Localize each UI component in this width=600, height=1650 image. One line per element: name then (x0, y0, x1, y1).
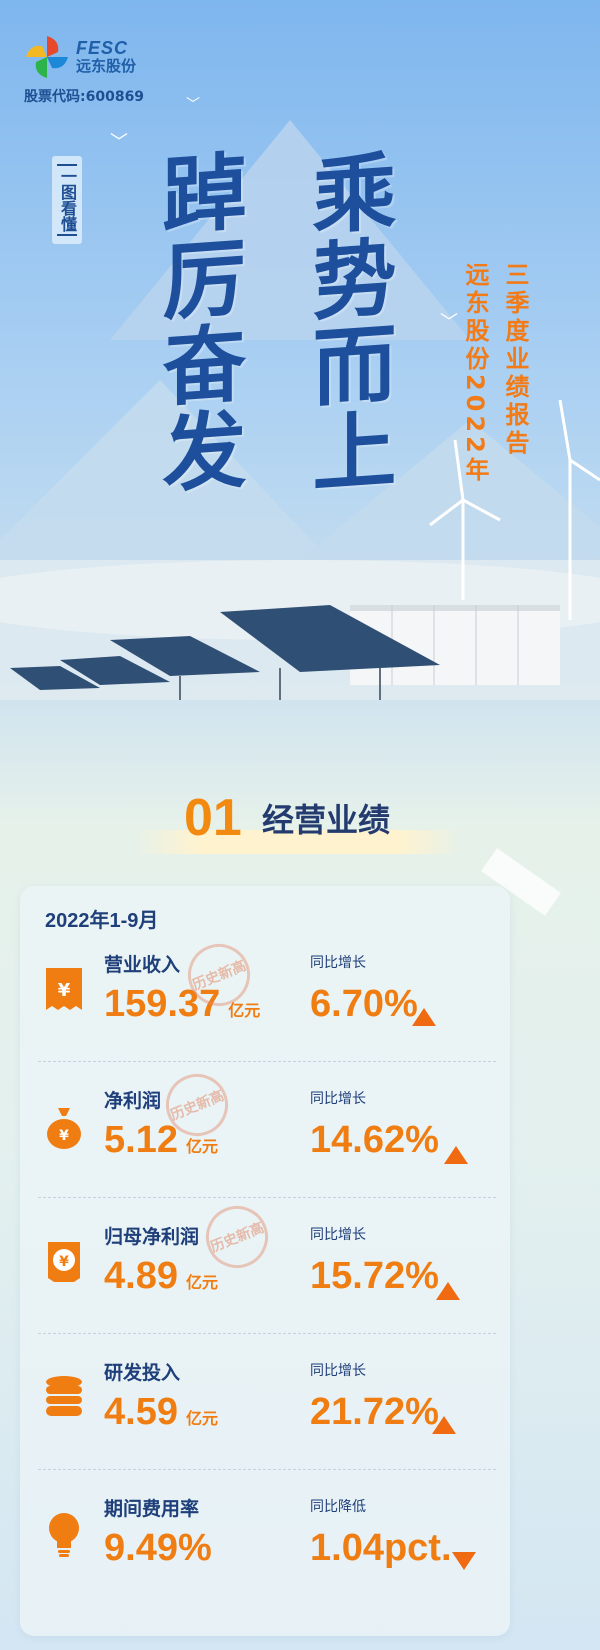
svg-text:¥: ¥ (59, 1128, 69, 1144)
arrow-up-icon (412, 1008, 436, 1026)
guide-tag: 一图看懂 (52, 156, 82, 244)
lightbulb-icon (49, 1513, 79, 1557)
metric-label: 归母净利润 (104, 1226, 200, 1248)
yoy-label: 同比增长 (310, 1363, 366, 1379)
guide-tag-text: 一图看懂 (58, 168, 77, 232)
logo-english: FESC (76, 38, 129, 58)
metric-label: 营业收入 (104, 954, 181, 976)
yoy-value: 1.04pct. (310, 1527, 452, 1569)
yoy-label: 同比增长 (310, 1091, 366, 1107)
company-logo: FESC 远东股份 (24, 34, 136, 80)
report-title: 三季度业绩报告 (501, 262, 529, 458)
arrow-up-icon (432, 1416, 456, 1434)
bird-icon: ﹀ (186, 97, 200, 113)
hero-banner: FESC 远东股份 股票代码:600869 一图看懂 ﹀ ﹀ ﹀ 踔厉奋发 乘势… (0, 0, 600, 700)
metric-label: 研发投入 (104, 1362, 181, 1384)
metric-attributable-profit: ¥ 归母净利润 4.89 亿元 历史新高 同比增长 15.72% (20, 1196, 510, 1334)
metric-unit: 亿元 (228, 1001, 261, 1020)
money-bag-icon: ¥ (47, 1108, 81, 1149)
report-company-year: 远东股份2022年 (461, 262, 489, 485)
performance-card: 2022年1-9月 ¥ 营业收入 159.37 亿元 历史新高 同比增长 6.70… (20, 886, 510, 1636)
receipt-yuan-icon: ¥ (46, 968, 82, 1010)
svg-text:¥: ¥ (58, 980, 71, 1001)
section-title: 经营业绩 (262, 801, 391, 839)
yoy-value: 6.70% (310, 983, 418, 1025)
stock-code: 股票代码:600869 (24, 89, 145, 105)
yoy-label: 同比降低 (310, 1499, 366, 1515)
metric-unit: 亿元 (185, 1273, 218, 1292)
metric-expense-ratio: 期间费用率 9.49% 同比降低 1.04pct. (20, 1470, 510, 1606)
yoy-value: 15.72% (310, 1255, 439, 1297)
metric-value: 4.89 亿元 (104, 1255, 218, 1297)
metric-unit: 亿元 (185, 1137, 218, 1156)
metric-value: 9.49% (104, 1527, 212, 1569)
section-number: 01 (184, 789, 242, 847)
yoy-value: 14.62% (310, 1119, 439, 1161)
metric-revenue: ¥ 营业收入 159.37 亿元 历史新高 同比增长 6.70% (20, 926, 510, 1062)
metric-unit: 亿元 (185, 1409, 218, 1428)
yuan-card-icon: ¥ (48, 1242, 80, 1282)
yoy-label: 同比增长 (310, 955, 366, 971)
yoy-label: 同比增长 (310, 1227, 366, 1243)
slogan-left: 踔厉奋发 (149, 146, 248, 498)
slogan-right: 乘势而上 (299, 146, 398, 498)
yoy-value: 21.72% (310, 1391, 439, 1433)
bird-icon: ﹀ (440, 312, 458, 333)
coin-stack-icon (46, 1376, 82, 1416)
metric-label: 净利润 (104, 1090, 162, 1112)
metric-value: 4.59 亿元 (104, 1391, 218, 1433)
bird-icon: ﹀ (110, 132, 128, 153)
metric-rnd: 研发投入 4.59 亿元 同比增长 21.72% (20, 1334, 510, 1470)
pinwheel-logo-icon (26, 36, 68, 78)
metric-net-profit: ¥ 净利润 5.12 亿元 历史新高 同比增长 14.62% (20, 1062, 510, 1198)
svg-text:¥: ¥ (59, 1254, 69, 1270)
metric-label: 期间费用率 (104, 1498, 200, 1520)
arrow-up-icon (436, 1282, 460, 1300)
logo-chinese: 远东股份 (76, 57, 137, 75)
arrow-up-icon (444, 1146, 468, 1164)
arrow-down-icon (452, 1552, 476, 1570)
